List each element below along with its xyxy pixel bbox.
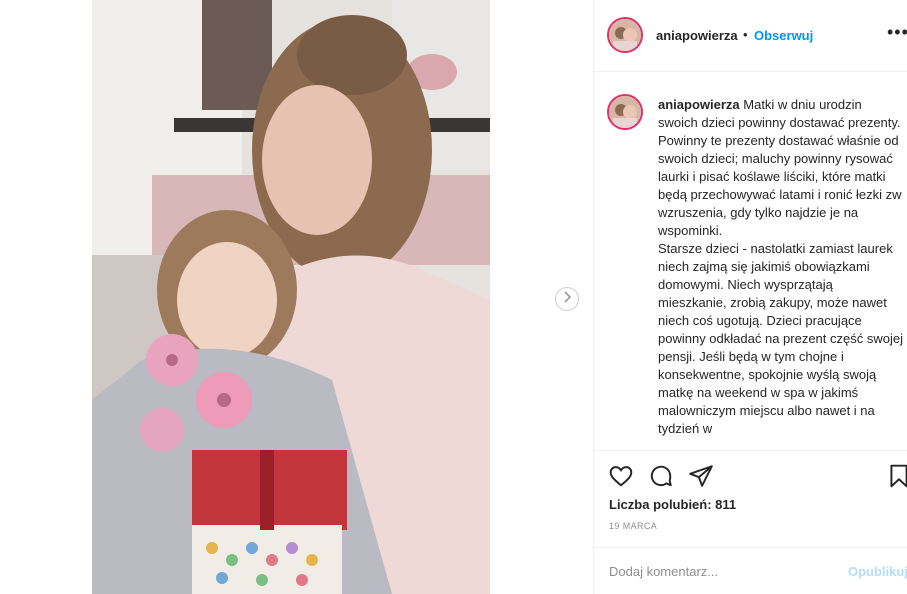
caption-area: aniapowierza Matki w dniu urodzin swoich… (594, 72, 907, 450)
action-bar (594, 450, 907, 498)
header-username[interactable]: aniapowierza (656, 28, 738, 43)
avatar[interactable] (607, 17, 643, 53)
publish-button[interactable]: Opublikuj (848, 564, 907, 579)
post-date[interactable]: 19 MARCA (609, 521, 657, 531)
post-sidebar: aniapowierza • Obserwuj ••• aniapowierza… (593, 0, 907, 594)
paper-plane-icon[interactable] (688, 463, 714, 489)
post-photo[interactable] (92, 0, 490, 594)
media-area (0, 0, 593, 594)
comment-icon[interactable] (648, 463, 674, 489)
instagram-post: aniapowierza • Obserwuj ••• aniapowierza… (0, 0, 907, 594)
more-options-icon[interactable]: ••• (887, 22, 907, 43)
bookmark-icon[interactable] (886, 463, 907, 489)
caption-avatar[interactable] (607, 94, 643, 130)
post-header: aniapowierza • Obserwuj ••• (594, 0, 907, 72)
header-separator: • (743, 27, 748, 42)
next-photo-button[interactable] (555, 287, 579, 311)
heart-icon[interactable] (608, 463, 634, 489)
caption-body: Matki w dniu urodzin swoich dzieci powin… (658, 97, 903, 436)
caption-username[interactable]: aniapowierza (658, 97, 740, 112)
comment-bar: Opublikuj (594, 547, 907, 594)
caption-text: aniapowierza Matki w dniu urodzin swoich… (658, 96, 903, 438)
photo-illustration (92, 0, 490, 594)
likes-count[interactable]: Liczba polubień: 811 (609, 497, 736, 512)
follow-button[interactable]: Obserwuj (754, 28, 813, 43)
comment-input[interactable] (609, 562, 839, 580)
chevron-right-icon (562, 290, 572, 308)
